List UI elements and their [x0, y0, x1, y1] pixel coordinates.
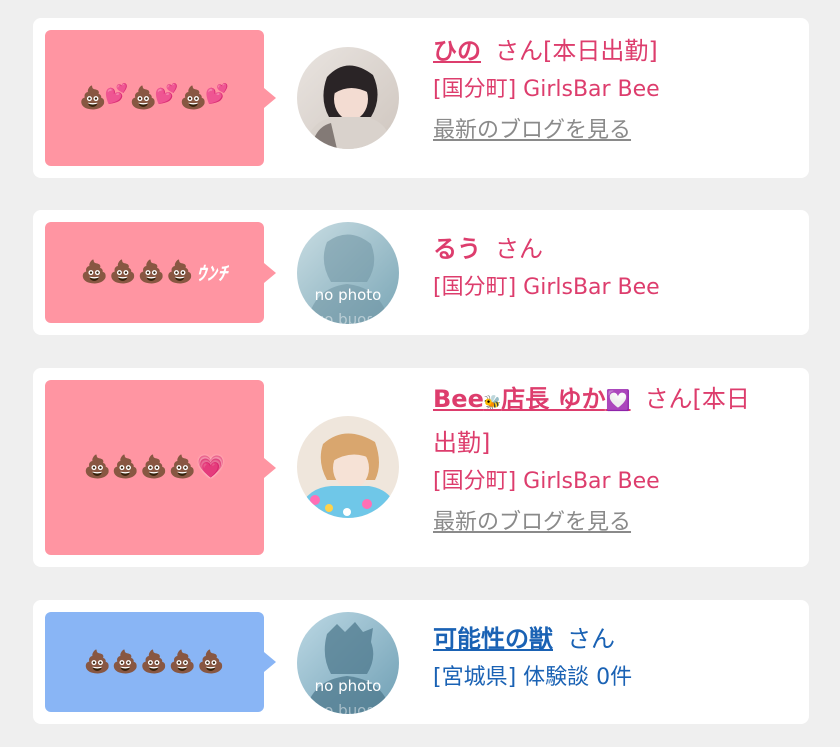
avatar[interactable]	[297, 47, 399, 149]
poop-icon: 💩	[168, 455, 198, 480]
poop-icon: 💩	[111, 455, 141, 480]
name-text[interactable]: るう	[433, 235, 481, 263]
avatar-no-photo[interactable]: no photo no photo	[297, 612, 399, 714]
heart-icon: 💕	[204, 82, 230, 105]
name-prefix: Bee	[433, 385, 484, 413]
name-link[interactable]: 可能性の獣	[433, 625, 553, 653]
poop-icon: 💩	[111, 649, 141, 675]
poop-icon: 💩	[140, 455, 169, 480]
poop-icon: 💩	[80, 260, 110, 285]
shop-text: [宮城県] 体験談 0件	[433, 665, 633, 690]
name-suffix: さん	[495, 235, 543, 263]
entry-info: 可能性の獣 さん [宮城県] 体験談 0件	[433, 618, 795, 694]
review-card: 💩 💩 💩 💩 💩 no photo no photo 可能性の獣 さん [宮城県…	[33, 600, 809, 724]
name-line: 可能性の獣 さん	[433, 618, 795, 660]
pink-heart-icon: 💗	[197, 455, 226, 480]
rating-bubble: 💩 💩 💩 💩 ｳﾝﾁ	[45, 222, 276, 323]
name-suffix-cont: 出勤]	[433, 422, 795, 464]
svg-text:no photo: no photo	[315, 312, 382, 324]
heart-icon: 💕	[104, 82, 130, 105]
name-line: るう さん	[433, 228, 795, 270]
shop-text: [国分町] GirlsBar Bee	[433, 275, 660, 300]
name-link[interactable]: Bee🐝店長 ゆか💟	[433, 385, 631, 413]
review-card: 💩 💕 💩 💕 💩 💕 ひの さん[本日出勤] [国分町] GirlsBar Bee 最…	[33, 18, 809, 178]
rating-bubble: 💩 💩 💩 💩 💩	[45, 612, 276, 712]
avatar-no-photo[interactable]: no photo no photo	[297, 222, 399, 324]
review-card: 💩 💩 💩 💩 💗 Bee🐝店長 ゆか💟 さん[本日 出勤] [国分町] Girls…	[33, 368, 809, 567]
name-suffix: さん[本日	[644, 385, 750, 413]
poop-icon: 💩	[79, 85, 108, 111]
poop-icon: 💩	[140, 649, 169, 675]
poop-icon: 💩	[166, 260, 195, 285]
review-card: 💩 💩 💩 💩 ｳﾝﾁ no photo no photo るう さん [国分町] …	[33, 210, 809, 335]
name-text: 店長 ゆか	[501, 385, 606, 413]
rating-text: ｳﾝﾁ	[196, 263, 229, 285]
pink-heart-icon: 💟	[605, 388, 631, 412]
avatar[interactable]	[297, 416, 399, 518]
poop-icon: 💩	[179, 85, 208, 111]
no-photo-text: no photo	[315, 286, 382, 304]
poop-icon: 💩	[109, 260, 138, 285]
entry-info: ひの さん[本日出勤] [国分町] GirlsBar Bee 最新のブログを見る	[433, 30, 795, 146]
name-link[interactable]: ひの	[433, 37, 481, 65]
rating-bubble: 💩 💩 💩 💩 💗	[45, 380, 276, 555]
svg-text:no photo: no photo	[315, 703, 382, 714]
bee-icon: 🐝	[483, 395, 502, 411]
poop-icon: 💩	[137, 260, 167, 285]
no-photo-text: no photo	[315, 677, 382, 695]
entry-info: るう さん [国分町] GirlsBar Bee	[433, 228, 795, 304]
name-suffix-2: 出勤]	[433, 429, 491, 457]
name-suffix: さん[本日出勤]	[495, 37, 658, 65]
poop-icon: 💩	[197, 649, 226, 675]
shop-text: [国分町] GirlsBar Bee	[433, 77, 660, 102]
blog-link[interactable]: 最新のブログを見る	[433, 508, 631, 538]
blog-link[interactable]: 最新のブログを見る	[433, 116, 631, 146]
shop-text: [国分町] GirlsBar Bee	[433, 469, 660, 494]
poop-icon: 💩	[168, 649, 198, 675]
rating-bubble: 💩 💕 💩 💕 💩 💕	[45, 30, 276, 166]
poop-icon: 💩	[83, 455, 112, 480]
heart-icon: 💕	[154, 82, 180, 105]
poop-icon: 💩	[129, 85, 158, 111]
name-line: ひの さん[本日出勤]	[433, 30, 795, 72]
name-line: Bee🐝店長 ゆか💟 さん[本日	[433, 378, 795, 424]
entry-info: Bee🐝店長 ゆか💟 さん[本日 出勤] [国分町] GirlsBar Bee 最…	[433, 378, 795, 538]
poop-icon: 💩	[83, 649, 112, 675]
name-suffix: さん	[567, 625, 615, 653]
